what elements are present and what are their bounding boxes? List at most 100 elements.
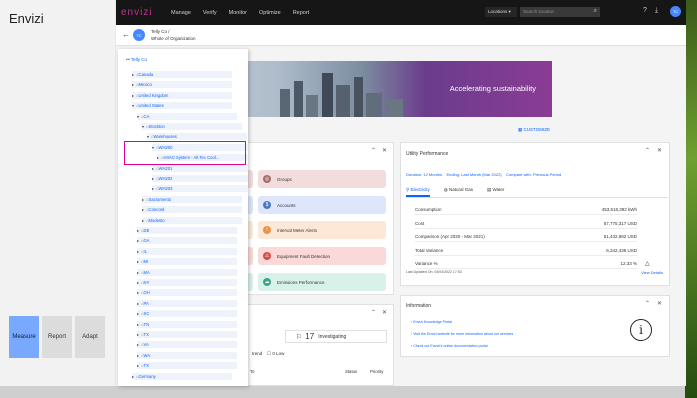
tree-root[interactable]: ⚯ Telly Co	[126, 57, 147, 63]
caret-right-icon[interactable]: ▸	[137, 301, 139, 306]
caret-right-icon[interactable]: ▸	[137, 280, 139, 285]
caret-right-icon[interactable]: ▸	[137, 238, 139, 243]
utility-filters[interactable]: Duration: 12 Months Ending: Last Month (…	[406, 172, 561, 177]
tree-node[interactable]: ▸ ⌂ Concord	[142, 206, 242, 214]
emissions-performance-tile[interactable]: ☁ Emissions Performance	[258, 273, 386, 291]
nav-item-manage[interactable]: Manage	[171, 10, 191, 16]
close-icon[interactable]: ✕	[657, 300, 662, 307]
close-icon[interactable]: ✕	[382, 309, 387, 316]
tree-node[interactable]: ▸ ⌂ MA	[137, 268, 237, 276]
nav-item-optimize[interactable]: Optimize	[259, 10, 281, 16]
caret-down-icon[interactable]: ▾	[147, 134, 149, 139]
customize-link[interactable]: ▦ CUSTOMIZE	[518, 127, 550, 133]
tree-node[interactable]: ▸ ⌂ Modesto	[142, 216, 242, 224]
caret-right-icon[interactable]: ▸	[142, 197, 144, 202]
natural-gas-tab[interactable]: ◍ Natural Gas	[444, 185, 473, 197]
column-to[interactable]: To	[250, 369, 255, 374]
user-avatar[interactable]: TC	[670, 6, 681, 17]
caret-right-icon[interactable]: ▸	[142, 218, 144, 223]
tree-node[interactable]: ▸ ⌂ United Kingdom	[132, 91, 232, 99]
tree-node[interactable]: ▾ ⌂ Stockton	[142, 123, 242, 130]
caret-right-icon[interactable]: ▸	[137, 363, 139, 368]
tree-node[interactable]: ▸ ⌂ WH202	[152, 175, 248, 182]
tree-node[interactable]: ▸ ⌂ GA	[137, 237, 237, 245]
water-tab[interactable]: ▤ Water	[487, 185, 504, 197]
caret-right-icon[interactable]: ▸	[137, 228, 139, 233]
info-link[interactable]: › Visit the Envizi website for more info…	[411, 332, 513, 336]
tree-node[interactable]: ▸ ⌂ TX	[137, 362, 237, 370]
caret-right-icon[interactable]: ▸	[137, 311, 139, 316]
caret-right-icon[interactable]: ▸	[137, 322, 139, 327]
caret-right-icon[interactable]: ▸	[152, 176, 154, 181]
tree-node[interactable]: ▸ ⌂ WH201	[152, 164, 248, 172]
tree-node[interactable]: ▸ ⌂ TX	[137, 331, 237, 338]
search-input[interactable]: Search location ⌕	[520, 7, 600, 17]
breadcrumb-org[interactable]: Telly Co /	[151, 29, 170, 34]
org-avatar[interactable]: TC	[133, 29, 145, 41]
electricity-tab[interactable]: ⚲ Electricity	[406, 185, 430, 197]
investigating-tile[interactable]: ⚐ 17 Investigating	[285, 330, 387, 343]
caret-right-icon[interactable]: ▸	[132, 374, 134, 379]
nav-item-report[interactable]: Report	[293, 10, 310, 16]
info-link[interactable]: › Check out Envizi's online documentatio…	[411, 344, 488, 348]
caret-right-icon[interactable]: ▸	[132, 82, 134, 87]
tree-node[interactable]: ▸ ⌂ VA	[137, 341, 237, 349]
tree-node[interactable]: ▾ ⌂ CA	[137, 112, 237, 120]
tree-node[interactable]: ▸ ⌂ PA	[137, 299, 237, 307]
groups-tile[interactable]: ◎ Groups	[258, 170, 386, 188]
tree-node[interactable]: ▸ ⌂ SC	[137, 310, 237, 318]
duration-filter[interactable]: Duration: 12 Months	[406, 172, 442, 177]
caret-right-icon[interactable]: ▸	[137, 342, 139, 347]
tree-node[interactable]: ▸ ⌂ Sacramento	[142, 195, 242, 203]
tree-node[interactable]: ▾ ⌂ United States	[132, 102, 232, 110]
tree-node[interactable]: ▸ ⌂ NY	[137, 279, 237, 286]
caret-right-icon[interactable]: ▸	[137, 290, 139, 295]
collapse-icon[interactable]: ⌃	[371, 309, 376, 316]
locations-dropdown[interactable]: Locations ▾	[485, 7, 517, 17]
caret-down-icon[interactable]: ▾	[137, 114, 139, 119]
nav-item-monitor[interactable]: Monitor	[229, 10, 247, 16]
tree-node[interactable]: ▸ ⌂ WA	[137, 351, 237, 359]
tree-node[interactable]: ▸ ⌂ OH	[137, 289, 237, 297]
caret-right-icon[interactable]: ▸	[132, 93, 134, 98]
caret-down-icon[interactable]: ▾	[142, 124, 144, 129]
collapse-icon[interactable]: ⌃	[645, 300, 650, 307]
tree-node[interactable]: ▸ ⌂ TN	[137, 320, 237, 328]
back-arrow-icon[interactable]: ←	[122, 30, 130, 39]
collapse-icon[interactable]: ⌃	[371, 147, 376, 154]
caret-right-icon[interactable]: ▸	[137, 249, 139, 254]
tree-node[interactable]: ▸ ⌂ Mexico	[132, 81, 232, 89]
left-tab-adapt[interactable]: Adapt	[75, 316, 105, 358]
caret-right-icon[interactable]: ▸	[142, 207, 144, 212]
tree-node[interactable]: ▸ ⌂ Germany	[132, 372, 232, 380]
close-icon[interactable]: ✕	[382, 147, 387, 154]
ending-filter[interactable]: Ending: Last Month (Mar 2022)	[446, 172, 501, 177]
caret-right-icon[interactable]: ▸	[132, 72, 134, 77]
download-icon[interactable]: ⤓	[655, 7, 658, 15]
tree-node[interactable]: ▸ ⌂ WH203	[152, 185, 248, 193]
info-link[interactable]: › Envizi Knowledge Portal	[411, 320, 452, 324]
compare-filter[interactable]: Compare with: Previous Period	[506, 172, 561, 177]
interval-meter-alerts-tile[interactable]: ! Interval Meter Alerts	[258, 221, 386, 239]
view-details-link[interactable]: View Details	[641, 270, 663, 275]
brand-logo[interactable]: envizi	[121, 7, 159, 18]
tree-node[interactable]: ▸ ⌂ MI	[137, 258, 237, 266]
collapse-icon[interactable]: ⌃	[645, 147, 650, 154]
caret-right-icon[interactable]: ▸	[137, 332, 139, 337]
caret-down-icon[interactable]: ▾	[132, 103, 134, 108]
tree-node[interactable]: ▸ ⌂ DE	[137, 227, 237, 234]
column-priority[interactable]: Priority	[370, 369, 383, 374]
close-icon[interactable]: ✕	[657, 147, 662, 154]
equipment-fault-detection-tile[interactable]: ⚠ Equipment Fault Detection	[258, 247, 386, 265]
caret-right-icon[interactable]: ▸	[137, 259, 139, 264]
search-icon[interactable]: ⌕	[594, 8, 597, 15]
caret-right-icon[interactable]: ▸	[152, 186, 154, 191]
accounts-tile[interactable]: $ Accounts	[258, 196, 386, 214]
help-icon[interactable]: ?	[643, 7, 647, 14]
nav-item-verify[interactable]: Verify	[203, 10, 217, 16]
caret-right-icon[interactable]: ▸	[137, 270, 139, 275]
left-tab-measure[interactable]: Measure	[9, 316, 39, 358]
tree-node[interactable]: ▸ ⌂ Canada	[132, 71, 232, 78]
left-tab-report[interactable]: Report	[42, 316, 72, 358]
low-count[interactable]: ☐ 0 Low	[267, 351, 284, 357]
